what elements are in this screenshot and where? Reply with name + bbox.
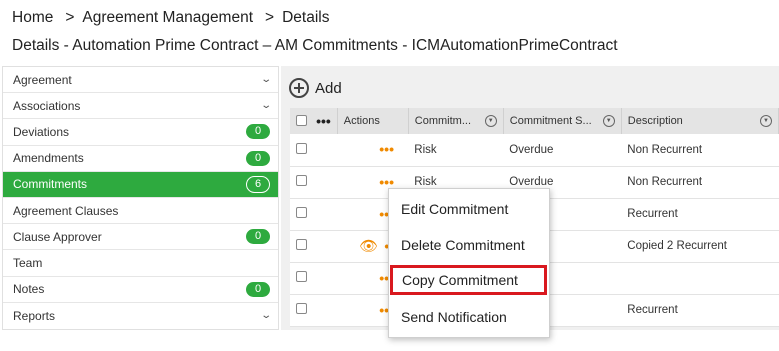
sidebar: Agreement ⌄ Associations ⌄ Deviations 0 … bbox=[2, 66, 279, 330]
status-cell: Overdue bbox=[503, 134, 622, 167]
sidebar-item-label: Deviations bbox=[13, 124, 70, 139]
description-cell: Copied 2 Recurrent bbox=[621, 230, 779, 263]
copy-commitment-menu-item[interactable]: Copy Commitment bbox=[390, 265, 547, 295]
breadcrumb-separator: > bbox=[265, 9, 275, 26]
column-header-description[interactable]: Description ▼ bbox=[621, 108, 779, 134]
row-checkbox[interactable] bbox=[296, 239, 307, 250]
count-badge: 0 bbox=[246, 124, 270, 140]
sidebar-item-label: Team bbox=[13, 255, 43, 270]
description-cell: Recurrent bbox=[621, 294, 779, 327]
table-header-row: ••• Actions Commitm... ▼ Commitment S... ▼… bbox=[290, 108, 779, 134]
sidebar-item-deviations[interactable]: Deviations 0 bbox=[3, 119, 278, 146]
sidebar-item-commitments[interactable]: Commitments 6 bbox=[3, 171, 278, 198]
sidebar-item-team[interactable]: Team bbox=[3, 250, 278, 277]
description-cell: Non Recurrent bbox=[621, 134, 779, 167]
header-select-cell: ••• bbox=[290, 108, 338, 134]
sidebar-item-label: Clause Approver bbox=[13, 229, 102, 244]
count-badge: 6 bbox=[246, 175, 270, 193]
description-cell: Recurrent bbox=[621, 198, 779, 231]
sidebar-item-label: Amendments bbox=[13, 151, 84, 166]
row-checkbox[interactable] bbox=[296, 175, 307, 186]
add-button-label: Add bbox=[315, 79, 342, 97]
description-cell bbox=[621, 262, 779, 295]
sidebar-item-reports[interactable]: Reports ⌄ bbox=[3, 303, 278, 329]
plus-circle-icon bbox=[289, 78, 309, 98]
breadcrumb-home[interactable]: Home bbox=[12, 9, 53, 27]
sidebar-item-associations[interactable]: Associations ⌄ bbox=[3, 93, 278, 120]
sidebar-item-label: Reports bbox=[13, 308, 56, 323]
breadcrumb-separator: > bbox=[65, 9, 75, 26]
sidebar-item-label: Notes bbox=[13, 282, 45, 297]
breadcrumb: Home > Agreement Management > Details bbox=[12, 9, 329, 27]
row-checkbox[interactable] bbox=[296, 207, 307, 218]
breadcrumb-agreement-management[interactable]: Agreement Management bbox=[82, 9, 253, 27]
breadcrumb-details: Details bbox=[282, 9, 330, 26]
sidebar-item-agreement-clauses[interactable]: Agreement Clauses bbox=[3, 198, 278, 225]
edit-commitment-menu-item[interactable]: Edit Commitment bbox=[389, 191, 549, 227]
more-options-icon[interactable]: ••• bbox=[316, 113, 331, 129]
filter-icon[interactable]: ▼ bbox=[602, 115, 615, 127]
delete-commitment-menu-item[interactable]: Delete Commitment bbox=[389, 227, 549, 263]
sidebar-item-clause-approver[interactable]: Clause Approver 0 bbox=[3, 224, 278, 251]
add-button[interactable]: Add bbox=[289, 78, 342, 98]
column-label: Actions bbox=[343, 115, 380, 127]
row-checkbox[interactable] bbox=[296, 142, 307, 154]
sidebar-item-label: Commitments bbox=[13, 177, 88, 192]
sidebar-item-label: Associations bbox=[13, 98, 81, 113]
table-row: ••• Risk Overdue Non Recurrent bbox=[290, 134, 779, 167]
row-checkbox[interactable] bbox=[296, 271, 307, 282]
sidebar-item-notes[interactable]: Notes 0 bbox=[3, 277, 278, 303]
filter-icon[interactable]: ▼ bbox=[484, 115, 497, 127]
column-label: Commitm... bbox=[414, 115, 472, 127]
send-notification-menu-item[interactable]: Send Notification bbox=[389, 299, 549, 335]
column-header-commitment-status[interactable]: Commitment S... ▼ bbox=[503, 108, 622, 134]
row-checkbox[interactable] bbox=[296, 303, 307, 314]
row-actions-icon[interactable]: ••• bbox=[379, 141, 394, 157]
page-title: Details - Automation Prime Contract – AM… bbox=[12, 37, 618, 54]
column-header-commitment[interactable]: Commitm... ▼ bbox=[408, 108, 504, 134]
chevron-down-icon: ⌄ bbox=[259, 74, 272, 86]
sidebar-item-label: Agreement bbox=[13, 72, 72, 87]
sidebar-item-amendments[interactable]: Amendments 0 bbox=[3, 146, 278, 172]
filter-icon[interactable]: ▼ bbox=[760, 115, 772, 127]
commitment-cell: Risk bbox=[408, 134, 504, 167]
count-badge: 0 bbox=[246, 281, 270, 297]
count-badge: 0 bbox=[246, 150, 270, 166]
row-actions-menu: Edit Commitment Delete Commitment Copy C… bbox=[388, 188, 550, 338]
sidebar-item-agreement[interactable]: Agreement ⌄ bbox=[3, 67, 278, 94]
select-all-checkbox[interactable] bbox=[296, 114, 307, 126]
column-label: Commitment S... bbox=[509, 115, 592, 127]
column-header-actions: Actions bbox=[337, 108, 409, 134]
column-label: Description bbox=[627, 115, 683, 127]
chevron-down-icon: ⌄ bbox=[259, 100, 272, 112]
eye-icon[interactable]: 👁 bbox=[359, 238, 378, 255]
sidebar-item-label: Agreement Clauses bbox=[13, 203, 119, 218]
count-badge: 0 bbox=[246, 229, 270, 245]
chevron-down-icon: ⌄ bbox=[259, 310, 272, 322]
description-cell: Non Recurrent bbox=[621, 166, 779, 199]
